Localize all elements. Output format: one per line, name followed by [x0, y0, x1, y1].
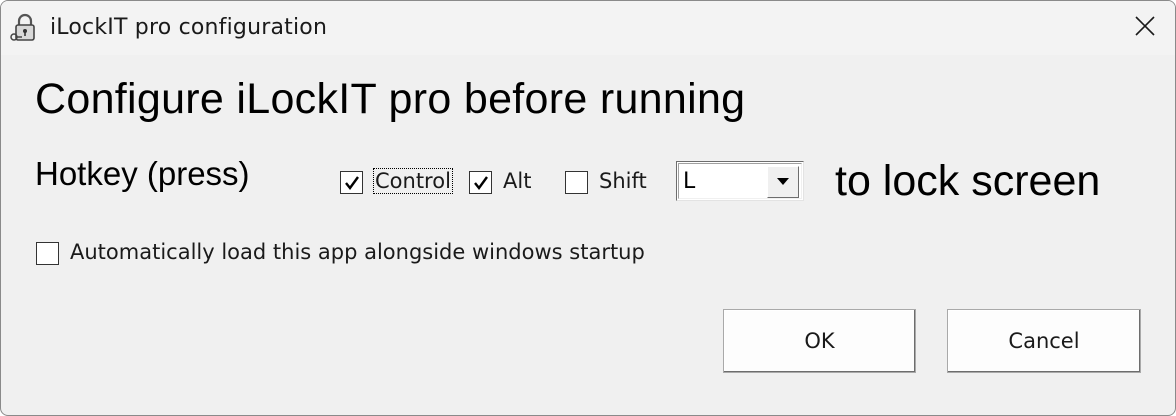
- dropdown-button[interactable]: [767, 166, 799, 198]
- alt-checkbox[interactable]: [469, 171, 492, 194]
- shift-checkbox-label[interactable]: Shift: [599, 169, 647, 193]
- shift-checkbox[interactable]: [565, 171, 588, 194]
- window-title: iLockIT pro configuration: [50, 15, 328, 40]
- chevron-down-icon: [777, 173, 789, 191]
- checkmark-icon: [345, 176, 359, 190]
- hotkey-key-value: L: [683, 169, 696, 194]
- hotkey-label: Hotkey (press): [35, 155, 250, 192]
- padlock-icon: [9, 12, 41, 44]
- close-icon: [1134, 15, 1156, 42]
- ok-button[interactable]: OK: [723, 309, 916, 373]
- checkmark-icon: [474, 176, 488, 190]
- startup-checkbox[interactable]: [36, 242, 59, 265]
- close-button[interactable]: [1115, 1, 1175, 55]
- hotkey-key-select[interactable]: L: [676, 161, 804, 201]
- control-checkbox-label[interactable]: Control: [373, 168, 453, 194]
- cancel-button[interactable]: Cancel: [947, 309, 1141, 373]
- combo-frame: L: [678, 163, 802, 199]
- title-bar[interactable]: iLockIT pro configuration: [1, 1, 1175, 55]
- page-title: Configure iLockIT pro before running: [35, 75, 746, 123]
- lock-screen-text: to lock screen: [835, 157, 1101, 205]
- config-dialog: iLockIT pro configuration Configure iLoc…: [0, 0, 1176, 416]
- control-checkbox[interactable]: [340, 171, 363, 194]
- startup-checkbox-label[interactable]: Automatically load this app alongside wi…: [70, 240, 645, 264]
- alt-checkbox-label[interactable]: Alt: [503, 169, 531, 193]
